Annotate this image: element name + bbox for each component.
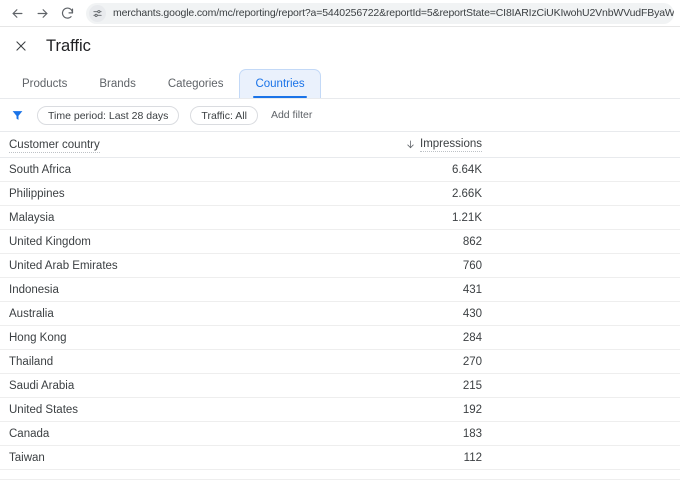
- tune-settings-icon[interactable]: [89, 4, 106, 22]
- cell-customer-country: Taiwan: [9, 451, 45, 464]
- cell-customer-country: Philippines: [9, 187, 65, 200]
- table-row[interactable]: Canada 183: [0, 422, 680, 446]
- table-row[interactable]: Saudi Arabia 215: [0, 374, 680, 398]
- cell-impressions: 2.66K: [451, 187, 482, 200]
- cell-customer-country: Saudi Arabia: [9, 379, 75, 392]
- cell-customer-country: United States: [9, 403, 79, 416]
- table-row[interactable]: Australia 430: [0, 302, 680, 326]
- table-row[interactable]: United Arab Emirates 760: [0, 254, 680, 278]
- tab-countries[interactable]: Countries: [239, 69, 321, 98]
- filter-bar: Time period: Last 28 days Traffic: All A…: [0, 99, 680, 132]
- cell-impressions: 215: [462, 379, 482, 392]
- report-tabs: Products Brands Categories Countries: [0, 65, 680, 99]
- cell-impressions: 760: [462, 259, 482, 272]
- table-row[interactable]: United Kingdom 862: [0, 230, 680, 254]
- cell-customer-country: Hong Kong: [9, 331, 67, 344]
- cell-customer-country: Canada: [9, 427, 50, 440]
- table-row[interactable]: United States 192: [0, 398, 680, 422]
- countries-table: Customer country Impressions South Afric…: [0, 132, 680, 480]
- column-header-impressions-label: Impressions: [420, 137, 482, 152]
- add-filter-button[interactable]: Add filter: [271, 109, 312, 121]
- forward-arrow-icon[interactable]: [31, 2, 53, 24]
- cell-impressions: 862: [462, 235, 482, 248]
- cell-customer-country: Indonesia: [9, 283, 59, 296]
- table-footer-divider: [0, 470, 680, 480]
- back-arrow-icon[interactable]: [6, 2, 28, 24]
- url-text: merchants.google.com/mc/reporting/report…: [113, 7, 674, 19]
- arrow-downward-icon: [405, 139, 416, 150]
- cell-customer-country: United Arab Emirates: [9, 259, 118, 272]
- browser-toolbar: merchants.google.com/mc/reporting/report…: [0, 0, 680, 27]
- table-row[interactable]: South Africa 6.64K: [0, 158, 680, 182]
- cell-customer-country: Thailand: [9, 355, 54, 368]
- cell-impressions: 183: [462, 427, 482, 440]
- table-row[interactable]: Thailand 270: [0, 350, 680, 374]
- tab-brands[interactable]: Brands: [83, 69, 151, 98]
- table-row[interactable]: Philippines 2.66K: [0, 182, 680, 206]
- reload-icon[interactable]: [56, 2, 78, 24]
- cell-customer-country: United Kingdom: [9, 235, 91, 248]
- column-header-impressions[interactable]: Impressions: [362, 138, 680, 152]
- filter-chip-time-period[interactable]: Time period: Last 28 days: [37, 105, 180, 125]
- table-row[interactable]: Indonesia 431: [0, 278, 680, 302]
- cell-impressions: 431: [462, 283, 482, 296]
- cell-customer-country: Malaysia: [9, 211, 55, 224]
- cell-impressions: 6.64K: [451, 163, 482, 176]
- column-header-customer-country-label: Customer country: [9, 138, 100, 153]
- cell-customer-country: South Africa: [9, 163, 72, 176]
- report-page: Traffic Products Brands Categories Count…: [0, 27, 680, 501]
- cell-impressions: 192: [462, 403, 482, 416]
- table-row[interactable]: Malaysia 1.21K: [0, 206, 680, 230]
- cell-impressions: 112: [463, 451, 482, 464]
- filter-chip-traffic[interactable]: Traffic: All: [190, 105, 258, 125]
- cell-impressions: 1.21K: [451, 211, 482, 224]
- table-row[interactable]: Hong Kong 284: [0, 326, 680, 350]
- page-title: Traffic: [46, 36, 91, 55]
- cell-impressions: 430: [462, 307, 482, 320]
- page-header: Traffic: [0, 27, 680, 65]
- cell-impressions: 284: [462, 331, 482, 344]
- tab-products[interactable]: Products: [6, 69, 83, 98]
- funnel-filter-icon[interactable]: [8, 106, 26, 124]
- close-icon[interactable]: [10, 35, 32, 57]
- cell-impressions: 270: [462, 355, 482, 368]
- column-header-customer-country[interactable]: Customer country: [0, 138, 362, 153]
- table-header-row: Customer country Impressions: [0, 132, 680, 158]
- table-row[interactable]: Taiwan 112: [0, 446, 680, 470]
- cell-customer-country: Australia: [9, 307, 54, 320]
- address-bar[interactable]: merchants.google.com/mc/reporting/report…: [86, 2, 674, 24]
- table-body: South Africa 6.64K Philippines 2.66K Malaysi…: [0, 158, 680, 470]
- tab-categories[interactable]: Categories: [152, 69, 240, 98]
